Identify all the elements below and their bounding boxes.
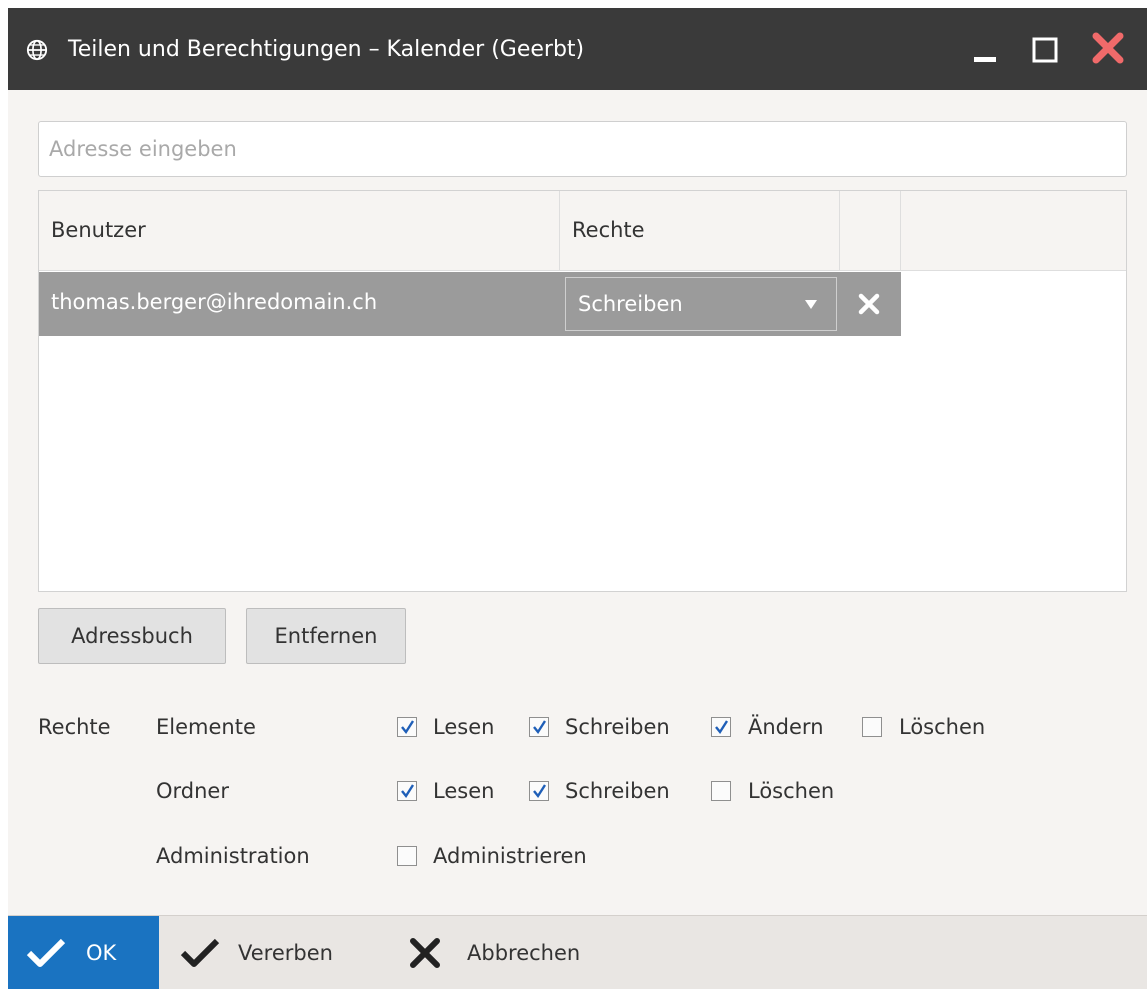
folder-delete-label[interactable]: Löschen xyxy=(748,776,834,806)
table-row[interactable]: thomas.berger@ihredomain.ch Schreiben xyxy=(39,272,901,336)
elements-delete-label[interactable]: Löschen xyxy=(899,712,985,742)
close-icon xyxy=(1092,32,1124,64)
elements-write-checkbox[interactable] xyxy=(529,717,549,737)
elements-read-label[interactable]: Lesen xyxy=(433,712,494,742)
address-input[interactable] xyxy=(38,121,1127,177)
maximize-button[interactable] xyxy=(1024,26,1070,72)
elements-write-label[interactable]: Schreiben xyxy=(565,712,670,742)
administer-label[interactable]: Administrieren xyxy=(433,841,587,871)
remove-button[interactable]: Entfernen xyxy=(246,608,406,664)
cancel-button[interactable]: Abbrechen xyxy=(403,916,613,989)
elements-label: Elemente xyxy=(156,715,256,739)
checkmark-icon xyxy=(533,720,547,735)
checkmark-icon xyxy=(401,784,415,799)
folder-read-checkbox[interactable] xyxy=(397,781,417,801)
grid-header: Benutzer Rechte xyxy=(39,191,1126,271)
minimize-icon xyxy=(974,57,996,62)
ok-button[interactable]: OK xyxy=(8,916,159,989)
folder-label: Ordner xyxy=(156,779,229,803)
folder-read-label[interactable]: Lesen xyxy=(433,776,494,806)
cancel-button-label: Abbrechen xyxy=(467,941,581,965)
checkmark-icon xyxy=(533,784,547,799)
folder-write-label[interactable]: Schreiben xyxy=(565,776,670,806)
elements-read-checkbox[interactable] xyxy=(397,717,417,737)
rights-label: Rechte xyxy=(38,715,111,739)
rights-dropdown-value: Schreiben xyxy=(578,292,683,316)
minimize-button[interactable] xyxy=(966,26,1012,72)
ok-button-label: OK xyxy=(86,941,117,965)
administration-label: Administration xyxy=(156,844,310,868)
row-user-email: thomas.berger@ihredomain.ch xyxy=(51,290,378,314)
close-icon xyxy=(410,938,440,968)
chevron-down-icon xyxy=(805,300,817,309)
elements-modify-checkbox[interactable] xyxy=(711,717,731,737)
checkmark-icon xyxy=(715,720,729,735)
folder-delete-checkbox[interactable] xyxy=(711,781,731,801)
maximize-icon xyxy=(1032,37,1058,63)
elements-delete-checkbox[interactable] xyxy=(862,717,882,737)
rights-dropdown[interactable]: Schreiben xyxy=(565,277,837,331)
window-title: Teilen und Berechtigungen – Kalender (Ge… xyxy=(68,37,585,62)
sharing-dialog: Teilen und Berechtigungen – Kalender (Ge… xyxy=(8,8,1147,989)
globe-icon xyxy=(26,39,48,61)
inherit-button-label: Vererben xyxy=(238,941,333,965)
remove-row-icon[interactable] xyxy=(857,292,881,316)
title-bar[interactable]: Teilen und Berechtigungen – Kalender (Ge… xyxy=(8,8,1147,90)
checkmark-icon xyxy=(26,938,66,967)
column-header-user-label: Benutzer xyxy=(51,218,146,242)
column-header-actions xyxy=(840,191,901,271)
close-button[interactable] xyxy=(1086,26,1132,72)
address-book-button[interactable]: Adressbuch xyxy=(38,608,226,664)
permissions-grid: Benutzer Rechte thomas.berger@ihredomain… xyxy=(38,190,1127,592)
inherit-button[interactable]: Vererben xyxy=(168,916,358,989)
administer-checkbox[interactable] xyxy=(397,846,417,866)
checkmark-icon xyxy=(180,938,220,967)
folder-write-checkbox[interactable] xyxy=(529,781,549,801)
column-header-user[interactable]: Benutzer xyxy=(39,191,560,271)
elements-modify-label[interactable]: Ändern xyxy=(748,712,824,742)
column-header-rights-label: Rechte xyxy=(572,218,645,242)
column-header-rights[interactable]: Rechte xyxy=(560,191,840,271)
dialog-footer: OK Vererben Abbrechen xyxy=(8,915,1147,989)
checkmark-icon xyxy=(401,720,415,735)
